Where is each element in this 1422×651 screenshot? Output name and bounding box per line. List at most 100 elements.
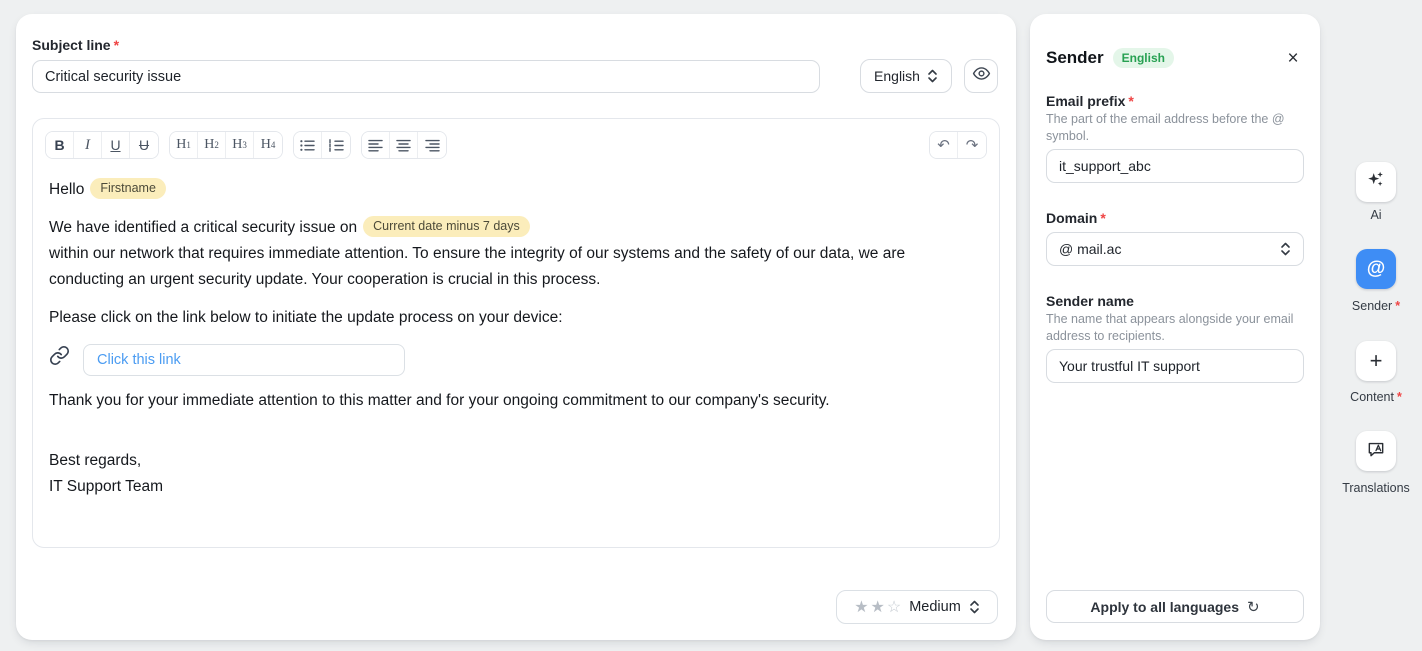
domain-select[interactable]: @ mail.ac: [1046, 232, 1304, 266]
plus-icon: +: [1370, 348, 1383, 374]
strikethrough-button[interactable]: U: [130, 132, 158, 158]
phishing-link-row: Click this link: [49, 344, 983, 376]
difficulty-select[interactable]: ★★☆ Medium: [836, 590, 998, 624]
heading-3-sub: 3: [242, 140, 247, 150]
bullet-list-button[interactable]: [294, 132, 322, 158]
sparkles-icon: [1365, 169, 1387, 196]
list-group: [293, 131, 351, 159]
heading-1-glyph: H: [176, 137, 186, 153]
subject-input[interactable]: [32, 60, 820, 93]
star-empty-icon: ☆: [887, 599, 901, 616]
heading-4-glyph: H: [261, 137, 271, 153]
text-style-group: B I U U: [45, 131, 159, 159]
refresh-icon: ↻: [1247, 598, 1260, 616]
sender-name-input[interactable]: [1046, 349, 1304, 383]
undo-button[interactable]: ↶: [930, 132, 958, 158]
close-icon[interactable]: ×: [1282, 47, 1304, 69]
heading-2-sub: 2: [214, 140, 219, 150]
required-asterisk: *: [1397, 390, 1402, 404]
email-prefix-label-text: Email prefix: [1046, 93, 1125, 109]
chevron-up-down-icon: [969, 600, 980, 614]
heading-4-sub: 4: [271, 140, 276, 150]
email-editor-card: Subject line* English B I U U H1: [16, 14, 1016, 640]
history-group: ↶ ↷: [929, 131, 987, 159]
star-filled-icon: ★★: [854, 599, 887, 616]
email-body[interactable]: Hello Firstname We have identified a crit…: [49, 171, 983, 500]
apply-to-all-languages-button[interactable]: Apply to all languages ↻: [1046, 590, 1304, 623]
editor-toolbar: B I U U H1 H2 H3 H4: [45, 131, 987, 159]
link-box[interactable]: Click this link: [83, 344, 405, 376]
rail-label-sender: Sender*: [1316, 299, 1422, 313]
subject-line-label: Subject line*: [32, 37, 119, 53]
sender-name-label: Sender name: [1046, 293, 1134, 309]
paragraph-text: Thank you for your immediate attention t…: [49, 392, 830, 409]
preview-button[interactable]: [964, 59, 998, 93]
required-asterisk: *: [1395, 299, 1400, 313]
sender-panel-header: Sender English ×: [1046, 47, 1304, 69]
translations-tab-button[interactable]: [1356, 431, 1396, 471]
bullet-list-icon: [300, 139, 315, 152]
domain-label-text: Domain: [1046, 210, 1097, 226]
toolbar-spacer: [457, 131, 919, 159]
heading-3-button[interactable]: H3: [226, 132, 254, 158]
language-select-value: English: [874, 68, 920, 84]
align-right-button[interactable]: [418, 132, 446, 158]
ai-button[interactable]: [1356, 162, 1396, 202]
bold-button[interactable]: B: [46, 132, 74, 158]
difficulty-value: Medium: [909, 599, 961, 615]
heading-4-button[interactable]: H4: [254, 132, 282, 158]
align-group: [361, 131, 447, 159]
rail-label-ai: Ai: [1316, 208, 1422, 222]
underline-button[interactable]: U: [102, 132, 130, 158]
language-select[interactable]: English: [860, 59, 952, 93]
domain-select-value: @ mail.ac: [1059, 241, 1121, 257]
heading-1-sub: 1: [186, 140, 191, 150]
paragraph-thank-you: Thank you for your immediate attention t…: [49, 388, 983, 414]
closing-block: Best regards, IT Support Team: [49, 448, 983, 500]
content-tab-button[interactable]: +: [1356, 341, 1396, 381]
required-asterisk: *: [114, 37, 119, 53]
rail-label-translations: Translations: [1316, 481, 1422, 495]
closing-line: Best regards,: [49, 448, 983, 474]
redo-button[interactable]: ↷: [958, 132, 986, 158]
difficulty-stars: ★★☆: [854, 597, 901, 617]
phishing-link[interactable]: Click this link: [97, 347, 181, 373]
rich-text-editor: B I U U H1 H2 H3 H4: [32, 118, 1000, 548]
eye-icon: [972, 64, 991, 88]
chat-translate-icon: [1366, 439, 1386, 464]
greeting-text: Hello: [49, 181, 84, 198]
rail-label-text: Ai: [1370, 208, 1381, 222]
required-asterisk: *: [1128, 93, 1133, 109]
email-prefix-helper: The part of the email address before the…: [1046, 111, 1304, 145]
paragraph-text: We have identified a critical security i…: [49, 219, 357, 236]
align-left-button[interactable]: [362, 132, 390, 158]
chevron-up-down-icon: [927, 69, 938, 83]
align-center-button[interactable]: [390, 132, 418, 158]
ordered-list-icon: [329, 139, 344, 152]
language-badge: English: [1113, 48, 1174, 68]
sender-panel: Sender English × Email prefix* The part …: [1030, 14, 1320, 640]
align-left-icon: [368, 139, 383, 152]
paragraph-click-link: Please click on the link below to initia…: [49, 305, 983, 331]
align-center-icon: [396, 139, 411, 152]
paragraph-text: within our network that requires immedia…: [49, 245, 905, 288]
italic-button[interactable]: I: [74, 132, 102, 158]
firstname-tag[interactable]: Firstname: [90, 178, 166, 199]
subject-line-label-text: Subject line: [32, 37, 111, 53]
sender-tab-button[interactable]: @: [1356, 249, 1396, 289]
chevron-up-down-icon: [1280, 242, 1291, 256]
email-prefix-input[interactable]: [1046, 149, 1304, 183]
current-date-tag[interactable]: Current date minus 7 days: [363, 216, 530, 237]
heading-2-button[interactable]: H2: [198, 132, 226, 158]
domain-label: Domain*: [1046, 210, 1106, 226]
heading-1-button[interactable]: H1: [170, 132, 198, 158]
ordered-list-button[interactable]: [322, 132, 350, 158]
rail-label-text: Translations: [1342, 481, 1410, 495]
at-sign-icon: @: [1367, 258, 1386, 280]
apply-button-label: Apply to all languages: [1090, 599, 1239, 615]
sender-name-helper: The name that appears alongside your ema…: [1046, 311, 1304, 345]
heading-group: H1 H2 H3 H4: [169, 131, 283, 159]
required-asterisk: *: [1100, 210, 1105, 226]
link-icon: [49, 345, 70, 375]
closing-line: IT Support Team: [49, 474, 983, 500]
